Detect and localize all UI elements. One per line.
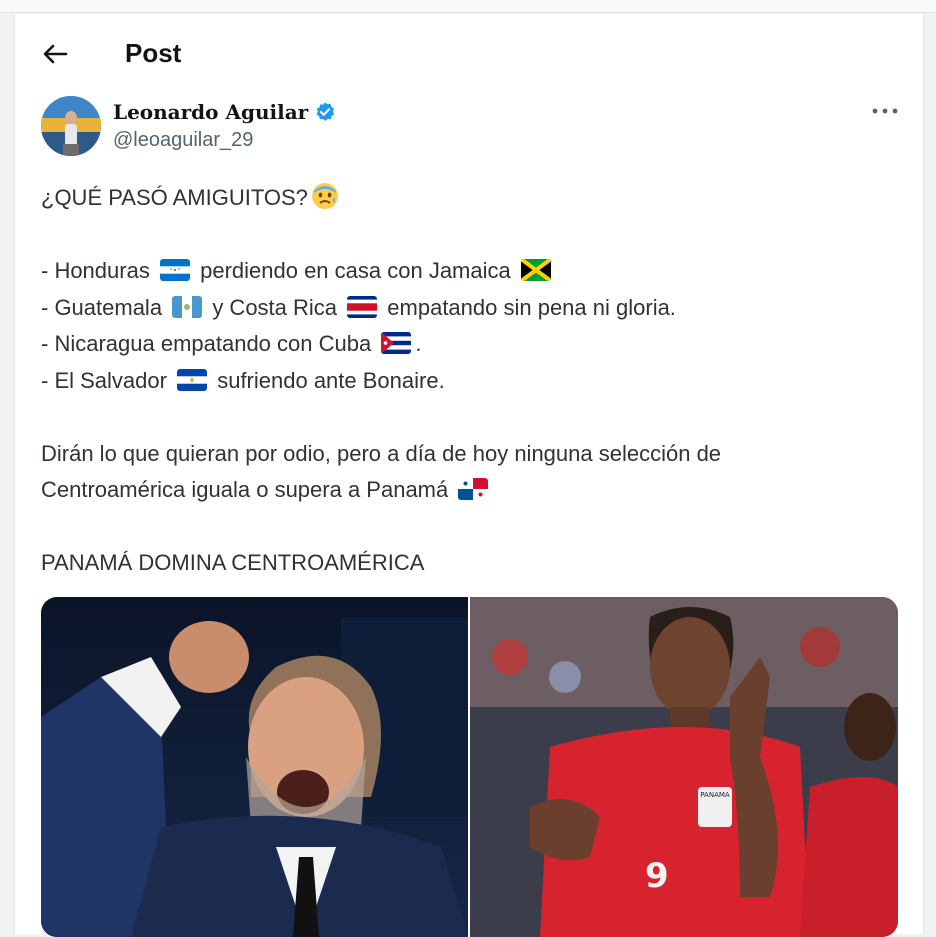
tweet-text: ¿QUÉ PASÓ AMIGUITOS? - Honduras perdiend…: [41, 180, 901, 582]
back-arrow-icon: [43, 44, 68, 64]
author-info: Leonardo Aguilar @leoaguilar_29: [113, 98, 336, 154]
tweet-line: - Nicaragua empatando con Cuba .: [41, 331, 422, 356]
tweet-line-blank: [41, 217, 901, 254]
jersey-number: 9: [645, 856, 669, 896]
page-title: Post: [125, 38, 182, 68]
media-image-coach[interactable]: [41, 597, 468, 937]
more-options-button[interactable]: [867, 98, 903, 124]
tweet-line: - Guatemala y Costa Rica empatando sin p…: [41, 294, 676, 320]
tweet-line: Dirán lo que quieran por odio, pero a dí…: [41, 440, 722, 466]
media-image-player[interactable]: 9 PANAMA: [470, 597, 898, 937]
tweet-line: ¿QUÉ PASÓ AMIGUITOS?: [41, 180, 901, 217]
back-button[interactable]: [37, 36, 73, 72]
more-options-icon: [872, 108, 898, 114]
tweet-line: Centroamérica iguala o supera a Panamá: [41, 472, 901, 509]
avatar[interactable]: [41, 96, 101, 156]
honduras-flag-icon: [159, 259, 190, 281]
post-card: Post Leonardo Aguilar @leoaguilar_29 ¿QU…: [14, 14, 924, 937]
post-header: Post: [15, 14, 923, 92]
verified-badge-icon: [316, 102, 335, 121]
cuba-flag-icon: [381, 332, 412, 354]
browser-top-strip: [0, 0, 936, 13]
tweet-line: - Honduras perdiendo en casa con Jamaica: [41, 253, 901, 290]
costa-rica-flag-icon: [347, 295, 378, 318]
jersey-badge-text: PANAMA: [700, 791, 730, 799]
panama-flag-icon: [458, 478, 489, 500]
author-handle[interactable]: @leoaguilar_29: [113, 126, 336, 154]
jamaica-flag-icon: [520, 259, 551, 281]
tweet-line: PANAMÁ DOMINA CENTROAMÉRICA: [41, 550, 425, 575]
tweet-line-blank: [41, 399, 901, 436]
tweet-line: - El Salvador sufriendo ante Bonaire.: [41, 367, 445, 393]
el-salvador-flag-icon: [177, 368, 208, 391]
worried-face-emoji-icon: [311, 183, 338, 209]
tweet-line-blank: [41, 509, 901, 546]
author-display-name[interactable]: Leonardo Aguilar: [113, 98, 336, 126]
guatemala-flag-icon: [172, 295, 203, 318]
tweet-media[interactable]: 9 PANAMA: [41, 597, 898, 937]
